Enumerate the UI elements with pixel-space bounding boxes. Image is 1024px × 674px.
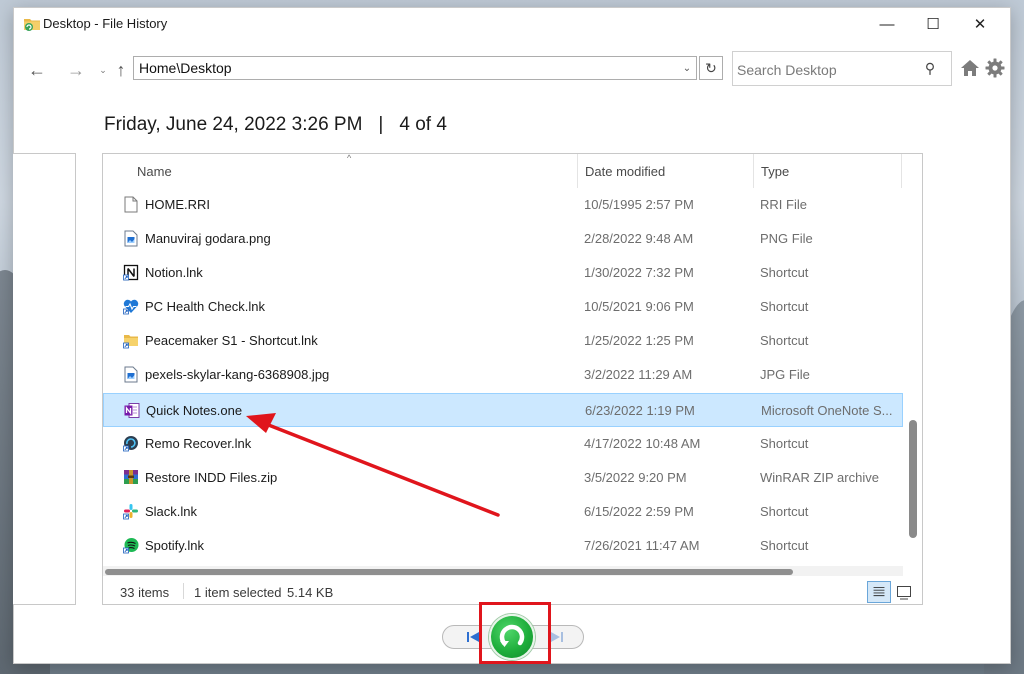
status-divider (183, 583, 184, 599)
file-type: Shortcut (760, 537, 809, 553)
blank-file-icon (124, 196, 138, 213)
spotify-icon (123, 537, 139, 554)
file-name: Restore INDD Files.zip (145, 469, 278, 485)
previous-version-panel[interactable] (13, 153, 76, 605)
restore-highlight-annotation (479, 602, 551, 664)
file-date: 3/2/2022 11:29 AM (584, 367, 693, 383)
search-input[interactable]: Search Desktop (732, 51, 952, 86)
file-type: Shortcut (760, 503, 809, 519)
file-date: 4/17/2022 10:48 AM (584, 435, 701, 451)
slack-icon (123, 503, 138, 520)
selection-size: 5.14 KB (287, 585, 334, 600)
column-header-type[interactable]: Type (754, 154, 902, 188)
forward-arrow-icon[interactable]: → (64, 58, 88, 82)
heading-separator: | (378, 114, 384, 135)
column-header-date[interactable]: Date modified (578, 154, 754, 188)
file-name: Remo Recover.lnk (145, 435, 252, 451)
file-row-selected[interactable]: Quick Notes.one 6/23/2022 1:19 PM Micros… (103, 392, 903, 427)
maximize-button[interactable]: ☐ (910, 8, 956, 40)
file-type: Shortcut (760, 435, 809, 451)
file-row[interactable]: HOME.RRI 10/5/1995 2:57 PM RRI File (103, 188, 903, 222)
file-name: pexels-skylar-kang-6368908.jpg (145, 367, 330, 383)
large-icons-view-icon[interactable] (895, 583, 913, 601)
winrar-icon (124, 469, 138, 484)
file-type: Shortcut (760, 333, 809, 349)
column-header: ^ Name Date modified Type (103, 154, 903, 188)
window-title: Desktop - File History (43, 16, 168, 31)
file-rows: HOME.RRI 10/5/1995 2:57 PM RRI File Manu… (103, 188, 903, 563)
home-icon[interactable] (960, 59, 980, 77)
file-name: Slack.lnk (145, 503, 198, 519)
file-type: Shortcut (760, 299, 809, 315)
file-row[interactable]: Spotify.lnk 7/26/2021 11:47 AM Shortcut (103, 529, 903, 563)
file-row[interactable]: PC Health Check.lnk 10/5/2021 9:06 PM Sh… (103, 290, 903, 324)
snapshot-heading: Friday, June 24, 2022 3:26 PM | 4 of 4 (104, 114, 447, 136)
file-name: Quick Notes.one (146, 402, 243, 418)
image-file-icon (124, 366, 138, 383)
address-dropdown-chevron-icon[interactable]: ⌄ (678, 57, 696, 79)
image-file-icon (124, 230, 138, 247)
file-type: RRI File (760, 197, 807, 212)
item-count: 33 items (120, 585, 170, 600)
file-date: 6/23/2022 1:19 PM (585, 402, 695, 418)
refresh-button[interactable]: ↻ (699, 56, 723, 80)
file-date: 2/28/2022 9:48 AM (584, 231, 694, 247)
onenote-icon (124, 402, 140, 418)
snapshot-position: 4 of 4 (399, 114, 447, 135)
file-row[interactable]: pexels-skylar-kang-6368908.jpg 3/2/2022 … (103, 358, 903, 392)
horizontal-scroll-thumb[interactable] (105, 569, 793, 575)
file-date: 6/15/2022 2:59 PM (584, 503, 694, 519)
recent-locations-chevron-icon[interactable]: ⌄ (98, 58, 108, 82)
file-name: Peacemaker S1 - Shortcut.lnk (145, 333, 318, 349)
file-type: Shortcut (760, 265, 809, 281)
file-row[interactable]: Slack.lnk 6/15/2022 2:59 PM Shortcut (103, 495, 903, 529)
details-view-icon[interactable] (867, 581, 891, 603)
file-row[interactable]: Remo Recover.lnk 4/17/2022 10:48 AM Shor… (103, 427, 903, 461)
file-row[interactable]: Manuviraj godara.png 2/28/2022 9:48 AM P… (103, 222, 903, 256)
vertical-scrollbar[interactable] (904, 154, 922, 568)
file-name: Manuviraj godara.png (145, 231, 271, 247)
file-name: PC Health Check.lnk (145, 299, 265, 315)
status-bar: 33 items 1 item selected 5.14 KB (103, 578, 922, 604)
file-name: Notion.lnk (145, 265, 203, 281)
snapshot-date: Friday, June 24, 2022 3:26 PM (104, 114, 363, 135)
selection-count: 1 item selected (194, 585, 282, 600)
file-history-app-icon (24, 19, 40, 31)
file-history-window: Desktop - File History — ☐ ✕ ← → ⌄ ↑ Hom… (13, 7, 1011, 664)
gear-icon[interactable] (985, 58, 1005, 78)
file-type: Microsoft OneNote S... (761, 402, 893, 418)
remo-recover-icon (123, 435, 138, 452)
file-date: 10/5/2021 9:06 PM (584, 299, 694, 315)
file-type: PNG File (760, 231, 813, 247)
file-type: JPG File (760, 367, 810, 383)
up-arrow-icon[interactable]: ↑ (109, 58, 133, 82)
file-name: Spotify.lnk (145, 537, 205, 553)
file-date: 7/26/2021 11:47 AM (584, 537, 700, 553)
notion-icon (123, 265, 139, 281)
file-date: 10/5/1995 2:57 PM (584, 197, 694, 212)
file-type: WinRAR ZIP archive (760, 469, 879, 485)
file-row[interactable]: Restore INDD Files.zip 3/5/2022 9:20 PM … (103, 461, 903, 495)
minimize-button[interactable]: — (864, 8, 910, 40)
file-row[interactable]: Peacemaker S1 - Shortcut.lnk 1/25/2022 1… (103, 324, 903, 358)
title-bar: Desktop - File History — ☐ ✕ (14, 8, 1010, 40)
address-bar[interactable]: Home\Desktop (133, 56, 697, 80)
file-date: 3/5/2022 9:20 PM (584, 469, 687, 485)
file-date: 1/30/2022 7:32 PM (584, 265, 694, 281)
vertical-scroll-thumb[interactable] (909, 420, 917, 538)
horizontal-scrollbar[interactable] (103, 566, 903, 576)
health-check-icon (123, 300, 139, 315)
back-arrow-icon[interactable]: ← (25, 58, 49, 82)
folder-shortcut-icon (123, 335, 138, 349)
file-row[interactable]: Notion.lnk 1/30/2022 7:32 PM Shortcut (103, 256, 903, 290)
close-button[interactable]: ✕ (957, 8, 1003, 40)
file-list-panel: ^ Name Date modified Type HOME.RRI 10/5/… (102, 153, 923, 605)
file-name: HOME.RRI (145, 197, 210, 212)
column-header-name[interactable]: Name (103, 154, 578, 188)
file-date: 1/25/2022 1:25 PM (584, 333, 694, 349)
search-icon[interactable]: ⚲ (921, 59, 939, 77)
